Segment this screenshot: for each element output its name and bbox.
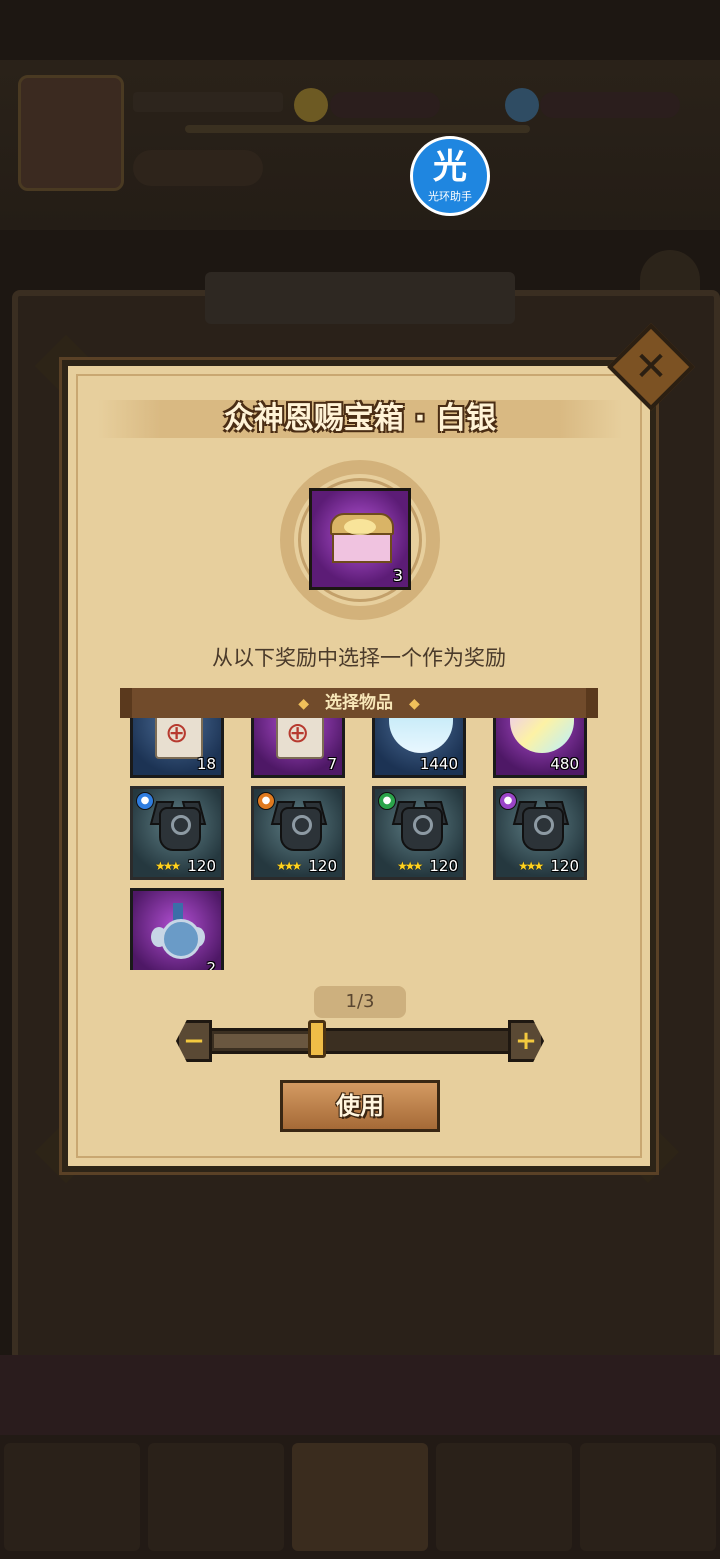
player-name-placeholder: [133, 92, 283, 112]
diamond-ornament-icon: ◆: [409, 696, 420, 712]
medal-icon: [151, 903, 205, 961]
diamond-icon: [505, 88, 539, 122]
section-header: ◆ 选择物品 ◆: [120, 688, 598, 718]
reward-item[interactable]: ● ★★★ 120: [130, 786, 224, 880]
chest-item: 3: [309, 488, 411, 590]
slider-track[interactable]: [208, 1028, 512, 1054]
slider-knob[interactable]: [308, 1020, 327, 1058]
nav-tab-4: [436, 1443, 572, 1551]
title-banner: 众神恩赐宝箱 · 白银: [98, 390, 622, 448]
reward-item[interactable]: 18: [130, 718, 224, 778]
reward-item[interactable]: ● ★★★ 120: [372, 786, 466, 880]
gold-coin-icon: [294, 88, 328, 122]
item-count: 1440: [419, 755, 458, 773]
instruction-text: 从以下奖励中选择一个作为奖励: [212, 646, 506, 670]
item-count: 120: [550, 857, 579, 875]
item-count: 7: [327, 755, 337, 773]
background-bottom-strip: [0, 1355, 720, 1435]
item-count: 480: [550, 755, 579, 773]
scroll-icon: [276, 718, 324, 759]
crystal-icon: [510, 718, 574, 753]
helmet-icon: [512, 801, 570, 851]
nav-tab-5: [580, 1443, 716, 1551]
minus-icon: −: [183, 1026, 205, 1056]
reward-item[interactable]: 480: [493, 718, 587, 778]
page-indicator: 1/3: [314, 986, 406, 1018]
helmet-icon: [391, 801, 449, 851]
item-count: 120: [429, 857, 458, 875]
player-avatar: [18, 75, 124, 191]
item-count: 18: [196, 755, 216, 773]
reward-item[interactable]: 1440: [372, 718, 466, 778]
gold-counter: [330, 92, 440, 118]
chest-count: 3: [392, 566, 403, 585]
increase-button[interactable]: +: [508, 1020, 544, 1062]
watermark-glyph: 光: [433, 147, 467, 187]
reward-item[interactable]: ● ★★★ 120: [493, 786, 587, 880]
background-title-bar: [205, 272, 515, 324]
dialog-title: 众神恩赐宝箱 · 白银: [223, 401, 497, 436]
slider-fill: [214, 1034, 312, 1048]
use-button[interactable]: 使用: [280, 1080, 440, 1132]
reward-grid: 18 7 1440 480 ● ★★★ 120 ● ★★★ 120 ● ★★★ …: [122, 718, 598, 970]
assistant-watermark-badge: 光 光环助手: [410, 136, 490, 216]
bottom-nav: [0, 1435, 720, 1559]
power-indicator: [133, 150, 263, 186]
star-rating: ★★★: [276, 859, 302, 873]
class-type-icon: ●: [136, 792, 154, 810]
class-type-icon: ●: [257, 792, 275, 810]
star-rating: ★★★: [155, 859, 181, 873]
reward-item[interactable]: 2: [130, 888, 224, 970]
item-count: 120: [308, 857, 337, 875]
helmet-icon: [149, 801, 207, 851]
reward-item[interactable]: ● ★★★ 120: [251, 786, 345, 880]
item-count: 2: [206, 959, 216, 970]
nav-tab-2: [148, 1443, 284, 1551]
nav-tab-3: [292, 1443, 428, 1551]
xp-bar: [185, 125, 530, 133]
scroll-icon: [155, 718, 203, 759]
helmet-icon: [270, 801, 328, 851]
diamond-ornament-icon: ◆: [298, 696, 309, 712]
class-type-icon: ●: [499, 792, 517, 810]
section-label: 选择物品: [325, 693, 393, 713]
chest-icon: [330, 513, 394, 563]
reward-item[interactable]: 7: [251, 718, 345, 778]
star-rating: ★★★: [397, 859, 423, 873]
decrease-button[interactable]: −: [176, 1020, 212, 1062]
star-rating: ★★★: [518, 859, 544, 873]
nav-tab-1: [4, 1443, 140, 1551]
item-count: 120: [187, 857, 216, 875]
watermark-label: 光环助手: [428, 190, 472, 203]
quantity-slider[interactable]: − +: [176, 1020, 544, 1062]
plus-icon: +: [515, 1026, 537, 1056]
diamond-counter: [540, 92, 680, 118]
close-icon: ✕: [634, 344, 668, 390]
crystal-icon: [389, 718, 453, 753]
class-type-icon: ●: [378, 792, 396, 810]
